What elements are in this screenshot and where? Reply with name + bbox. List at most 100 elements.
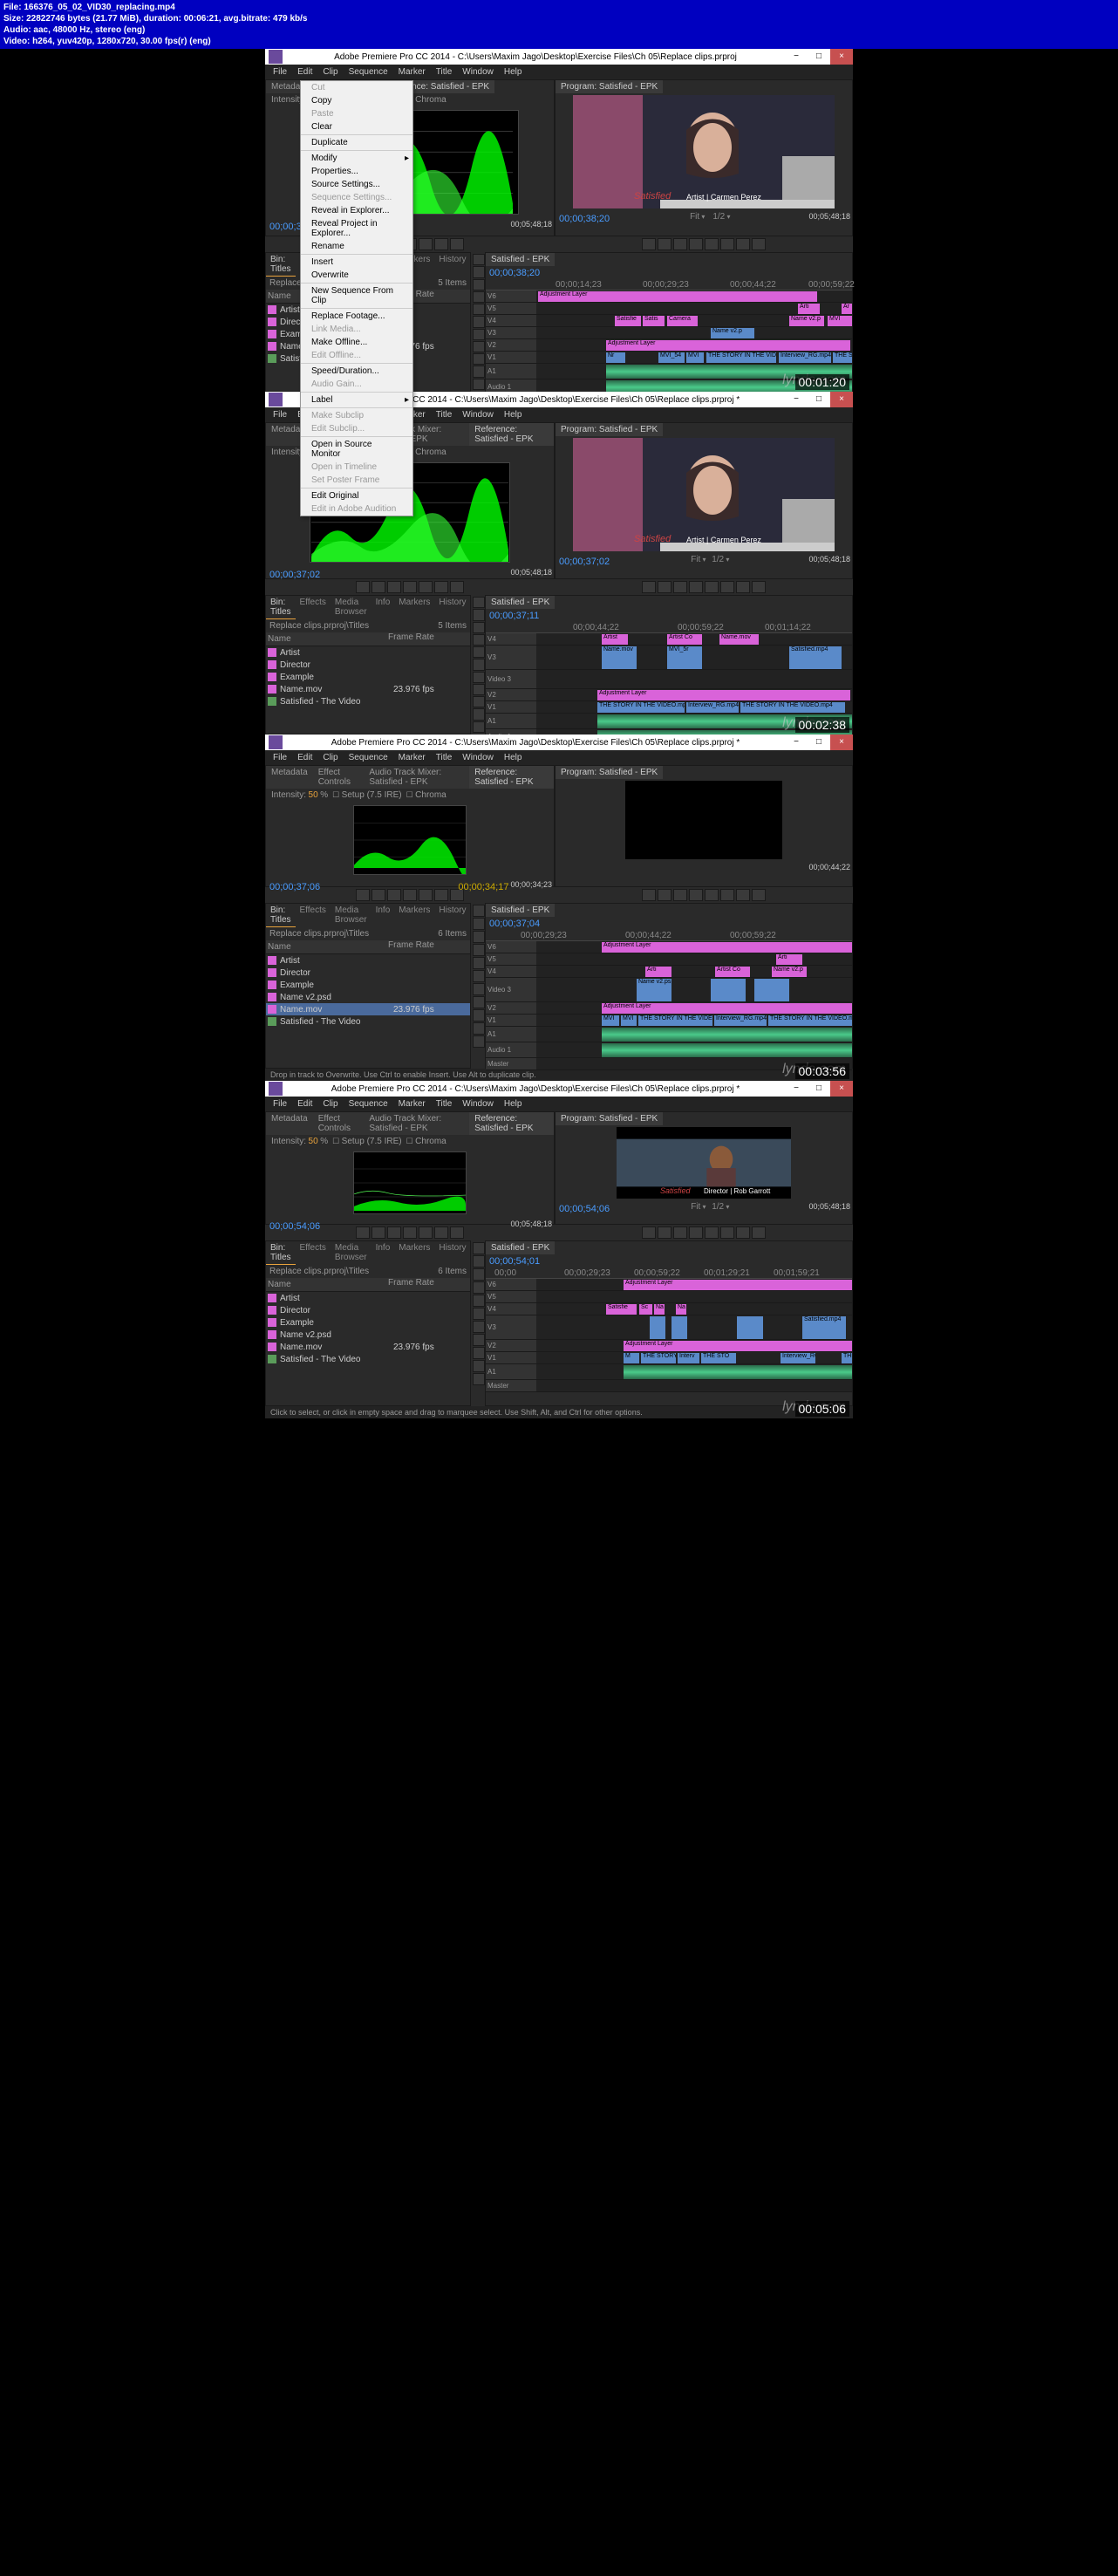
chroma-check[interactable]: Chroma <box>415 448 447 457</box>
list-item[interactable]: Name.mov23.976 fps <box>266 683 470 695</box>
clip[interactable]: Artist Co <box>667 634 702 645</box>
clip[interactable]: MVI_54 <box>658 352 685 363</box>
src-tc-left[interactable]: 00;00;37;02 <box>268 568 322 582</box>
clip[interactable] <box>754 979 789 1001</box>
tl-timecode[interactable]: 00;00;38;20 <box>487 266 542 280</box>
clip[interactable]: Artist Co <box>715 967 750 977</box>
audio-clip[interactable] <box>602 1028 852 1042</box>
ctx-reveal-proj[interactable]: Reveal Project in Explorer... <box>301 217 412 240</box>
rolling-tool[interactable] <box>473 291 485 303</box>
ctx-label[interactable]: Label▸ <box>301 393 412 407</box>
ctx-open-src[interactable]: Open in Source Monitor <box>301 438 412 461</box>
minimize-button[interactable]: − <box>785 49 808 65</box>
program-tab[interactable]: Program: Satisfied - EPK <box>556 80 663 93</box>
close-button[interactable]: × <box>830 1081 853 1097</box>
chroma-check[interactable]: Chroma <box>415 95 447 105</box>
audio-clip[interactable] <box>602 1043 852 1057</box>
maximize-button[interactable]: □ <box>808 735 830 750</box>
ctx-properties[interactable]: Properties... <box>301 165 412 178</box>
mark-out-button[interactable] <box>658 238 671 250</box>
clip[interactable]: Adjustment Layer <box>624 1280 852 1290</box>
clip[interactable] <box>737 1316 763 1339</box>
razor-tool[interactable] <box>473 316 485 327</box>
close-button[interactable]: × <box>830 392 853 407</box>
list-item[interactable]: Director <box>266 659 470 671</box>
menu-window[interactable]: Window <box>458 66 498 78</box>
list-item[interactable]: Artist <box>266 954 470 967</box>
clip[interactable]: THE STORY <box>833 352 852 363</box>
clip[interactable]: Arti <box>645 967 671 977</box>
ctx-rename[interactable]: Rename <box>301 240 412 253</box>
clip[interactable]: Na <box>676 1304 686 1315</box>
minimize-button[interactable]: − <box>785 1081 808 1097</box>
ctx-new-seq[interactable]: New Sequence From Clip <box>301 284 412 307</box>
list-item[interactable]: Satisfied - The Video <box>266 695 470 707</box>
menu-help[interactable]: Help <box>500 66 527 78</box>
program-monitor[interactable] <box>625 781 782 859</box>
mark-in-button[interactable] <box>642 238 656 250</box>
clip[interactable]: THE STORY IN THE VIDEO.mp4 <box>768 1015 852 1026</box>
ctx-replace-footage[interactable]: Replace Footage... <box>301 310 412 323</box>
clip[interactable]: Adjustment Layer <box>597 690 850 700</box>
step-fwd-button[interactable] <box>705 238 719 250</box>
track-v5[interactable]: V5 <box>486 303 536 314</box>
program-monitor[interactable]: Satisfied Artist | Carmen Perez <box>573 438 835 551</box>
clip[interactable]: Name v2.p <box>789 316 824 326</box>
track-master[interactable]: Master <box>486 1058 536 1069</box>
seq-tab[interactable]: Satisfied - EPK <box>486 253 555 266</box>
clip[interactable]: Camera <box>667 316 698 326</box>
clip[interactable]: Name.mov <box>602 646 637 669</box>
clip[interactable]: Arti <box>798 304 820 314</box>
list-item[interactable]: Name.mov23.976 fps <box>266 1341 470 1353</box>
tl-timecode[interactable]: 00;00;37;11 <box>487 609 541 623</box>
list-item[interactable]: Director <box>266 967 470 979</box>
clip[interactable]: Adjustment Layer <box>602 942 852 953</box>
clip[interactable]: MVI_5r <box>667 646 702 669</box>
menu-marker[interactable]: Marker <box>394 66 430 78</box>
menu-sequence[interactable]: Sequence <box>344 66 392 78</box>
clip[interactable]: THE STO <box>701 1353 736 1363</box>
menu-title[interactable]: Title <box>432 409 457 420</box>
close-button[interactable]: × <box>830 735 853 750</box>
list-item[interactable]: Example <box>266 979 470 991</box>
clip[interactable]: Name v2.p <box>772 967 807 977</box>
minimize-button[interactable]: − <box>785 392 808 407</box>
src-tc-left[interactable]: 00;00;37;06 <box>268 880 322 894</box>
ctx-insert[interactable]: Insert <box>301 256 412 269</box>
clip[interactable]: Adjustment Layer <box>602 1003 852 1014</box>
list-item-selected[interactable]: Name.mov23.976 fps <box>266 1003 470 1015</box>
maximize-button[interactable]: □ <box>808 1081 830 1097</box>
clip[interactable]: Interview_RG.mp4 <box>714 1015 767 1026</box>
track-v3[interactable]: V3 <box>486 327 536 338</box>
menu-clip[interactable]: Clip <box>318 66 342 78</box>
clip[interactable] <box>671 1316 687 1339</box>
menu-file[interactable]: File <box>269 66 291 78</box>
slip-tool[interactable] <box>473 329 485 340</box>
ctx-clear[interactable]: Clear <box>301 120 412 133</box>
play-button[interactable] <box>689 238 703 250</box>
prog-tc-left[interactable]: 00;00;37;02 <box>557 555 611 569</box>
clip[interactable]: Name.mov <box>719 634 759 645</box>
program-monitor[interactable]: Satisfied Director | Rob Garrott <box>617 1127 791 1199</box>
clip[interactable]: Adjustment Layer <box>538 291 817 302</box>
list-item[interactable]: Name v2.psd <box>266 1329 470 1341</box>
slide-tool[interactable] <box>473 341 485 352</box>
clip[interactable]: Sc <box>639 1304 652 1315</box>
track-v4[interactable]: V4 <box>486 315 536 326</box>
step-fwd-button[interactable] <box>419 238 433 250</box>
clip[interactable]: M <box>624 1353 639 1363</box>
ctx-copy[interactable]: Copy <box>301 94 412 107</box>
track-select-tool[interactable] <box>473 266 485 277</box>
prog-tc-left[interactable]: 00;00;38;20 <box>557 212 611 226</box>
list-item[interactable]: Satisfied - The Video <box>266 1015 470 1028</box>
clip[interactable]: Satisfied.mp4 <box>789 646 842 669</box>
clip[interactable]: THE STORY IN THE VIDEO.mp4 <box>638 1015 712 1026</box>
program-tab[interactable]: Program: Satisfied - EPK <box>556 423 663 436</box>
play-button[interactable] <box>689 581 703 593</box>
clip[interactable]: Satisfie <box>615 316 641 326</box>
clip[interactable]: Interview_RG.mp4 <box>779 352 831 363</box>
tl-timecode[interactable]: 00;00;54;01 <box>487 1254 542 1268</box>
ctx-edit-orig[interactable]: Edit Original <box>301 489 412 502</box>
track-v6[interactable]: V6 <box>486 290 536 302</box>
clip[interactable]: Adjustment Layer <box>606 340 850 351</box>
